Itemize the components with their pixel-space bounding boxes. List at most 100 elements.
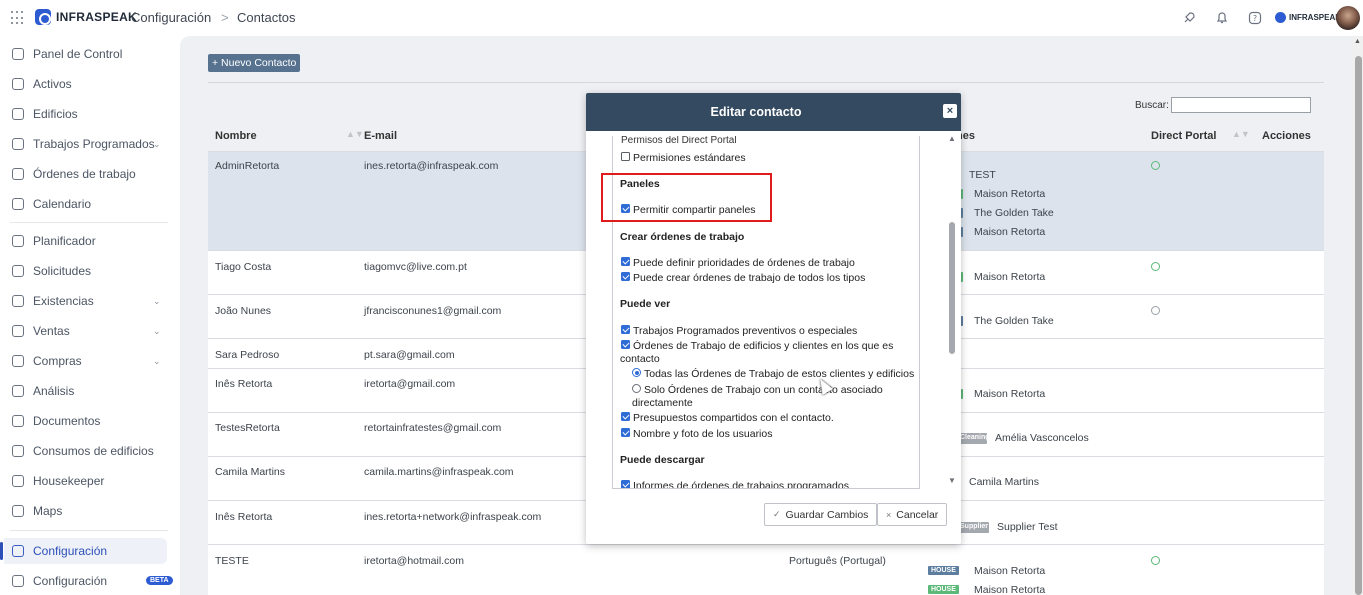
save-changes-button[interactable]: ✓ Guardar Cambios: [764, 503, 878, 526]
see-scheduled-checkbox[interactable]: [621, 325, 630, 334]
toolbar-divider: [208, 82, 1324, 83]
see-scheduled-label[interactable]: Trabajos Programados preventivos o espec…: [633, 325, 857, 337]
sort-icon[interactable]: ▲▼: [1232, 129, 1250, 139]
see-work-orders-checkbox[interactable]: [621, 340, 630, 349]
radio-only-label[interactable]: Solo Órdenes de Trabajo con un contacto …: [644, 384, 883, 396]
sidebar-item-activos[interactable]: Activos: [0, 71, 168, 97]
rocket-icon[interactable]: [1182, 11, 1196, 25]
cell-space: TEST: [969, 169, 996, 181]
infraspeak-logo-icon: [35, 9, 51, 25]
sidebar-item-label: Trabajos Programados: [33, 137, 155, 151]
see-quotes-label[interactable]: Presupuestos compartidos con el contacto…: [633, 412, 834, 424]
sidebar-item-planificador[interactable]: Planificador: [0, 228, 168, 254]
radio-only-associated[interactable]: [632, 384, 641, 393]
define-priorities-label[interactable]: Puede definir prioridades de órdenes de …: [633, 257, 855, 269]
sidebar-item-existencias[interactable]: Existencias ⌄: [0, 288, 168, 314]
analytics-icon: [12, 385, 24, 397]
user-avatar[interactable]: [1336, 6, 1360, 30]
see-users-label[interactable]: Nombre y foto de los usuarios: [633, 428, 772, 440]
top-bar: INFRASPEAK Configuración > Contactos ? I…: [0, 0, 1363, 36]
sidebar-item-configuracion[interactable]: Configuración: [0, 538, 167, 564]
chevron-down-icon[interactable]: ⌄: [153, 326, 161, 337]
breadcrumb-configuracion[interactable]: Configuración: [131, 10, 211, 25]
svg-text:?: ?: [1253, 14, 1257, 23]
radio-all-label[interactable]: Todas las Órdenes de Trabajo de estos cl…: [644, 368, 914, 380]
standard-permissions-checkbox[interactable]: [621, 152, 630, 161]
scroll-up-arrow-icon[interactable]: ▲: [1354, 38, 1361, 45]
cell-space: Maison Retorta: [974, 271, 1046, 283]
sidebar-item-documentos[interactable]: Documentos: [0, 408, 168, 434]
define-priorities-checkbox[interactable]: [621, 257, 630, 266]
sidebar-item-label: Análisis: [33, 384, 75, 398]
radio-only-label-cont[interactable]: directamente: [632, 397, 693, 409]
bell-icon[interactable]: [1215, 11, 1229, 25]
direct-portal-icon: [1151, 306, 1160, 315]
edit-contact-modal: Editar contacto × Permisos del Direct Po…: [586, 93, 961, 544]
sidebar-divider: [10, 530, 168, 531]
sidebar-item-label: Existencias: [33, 294, 94, 308]
sidebar-item-trabajos-programados[interactable]: Trabajos Programados ⌄: [0, 131, 168, 157]
sidebar-item-label: Edificios: [33, 107, 78, 121]
see-users-checkbox[interactable]: [621, 428, 630, 437]
cell-space: Amélia Vasconcelos: [995, 432, 1089, 444]
cell-space: Maison Retorta: [974, 188, 1046, 200]
download-reports-label[interactable]: Informes de órdenes de trabajos programa…: [633, 480, 849, 488]
document-icon: [12, 415, 24, 427]
close-icon[interactable]: ×: [943, 104, 957, 118]
sidebar-item-label: Solicitudes: [33, 264, 92, 278]
sidebar-item-analisis[interactable]: Análisis: [0, 378, 168, 404]
company-brand[interactable]: INFRASPEAK: [1275, 12, 1341, 23]
sort-icon[interactable]: ▲▼: [346, 129, 364, 139]
sidebar-item-housekeeper[interactable]: Housekeeper: [0, 468, 168, 494]
calendar-icon: [12, 198, 24, 210]
sidebar-item-consumos-de-edificios[interactable]: Consumos de edificios: [0, 438, 168, 464]
close-x-icon: ×: [886, 509, 892, 520]
standard-permissions-label[interactable]: Permisiones estándares: [633, 152, 746, 164]
create-all-types-checkbox[interactable]: [621, 272, 630, 281]
modal-scroll-down-icon[interactable]: ▼: [948, 476, 956, 485]
sidebar-item-label: Calendario: [33, 197, 92, 211]
sidebar-item-label: Documentos: [33, 414, 101, 428]
chevron-down-icon[interactable]: ⌄: [153, 139, 161, 150]
sidebar-item-maps[interactable]: Maps: [0, 498, 168, 524]
sidebar-item-edificios[interactable]: Edificios: [0, 101, 168, 127]
help-icon[interactable]: ?: [1248, 11, 1262, 25]
cell-space: Maison Retorta: [974, 584, 1046, 595]
column-header-email[interactable]: E-mail: [364, 130, 397, 142]
cell-space: Camila Martins: [969, 476, 1040, 488]
sidebar-item-configuracion-beta[interactable]: Configuración BETA: [0, 568, 173, 594]
cancel-button[interactable]: × Cancelar: [877, 503, 948, 526]
modal-scrollbar-thumb[interactable]: [949, 222, 955, 354]
cell-space: The Golden Take: [974, 315, 1054, 327]
chevron-down-icon[interactable]: ⌄: [153, 356, 161, 367]
search-input[interactable]: [1171, 97, 1311, 113]
cleaning-tag: Cleaning: [957, 433, 987, 444]
cell-name: Inês Retorta: [215, 511, 273, 523]
see-work-orders-label-cont[interactable]: contacto: [620, 353, 660, 365]
save-changes-label: Guardar Cambios: [785, 508, 869, 521]
column-header-direct-portal[interactable]: Direct Portal: [1151, 130, 1216, 142]
see-quotes-checkbox[interactable]: [621, 412, 630, 421]
sidebar-item-compras[interactable]: Compras ⌄: [0, 348, 168, 374]
download-reports-checkbox[interactable]: [621, 480, 630, 488]
new-contact-button[interactable]: + Nuevo Contacto: [208, 54, 301, 72]
page-scrollbar-thumb[interactable]: [1355, 56, 1362, 595]
sidebar-item-calendario[interactable]: Calendario: [0, 191, 168, 217]
chevron-down-icon[interactable]: ⌄: [153, 296, 161, 307]
house-tag: HOUSE: [928, 566, 959, 575]
see-work-orders-label[interactable]: Órdenes de Trabajo de edificios y client…: [633, 340, 893, 352]
building-icon: [12, 108, 24, 120]
apps-grid-icon[interactable]: [11, 11, 25, 25]
sidebar-item-panel-de-control[interactable]: Panel de Control: [0, 41, 168, 67]
fieldset-legend: Permisos del Direct Portal: [620, 136, 738, 146]
sidebar-item-ventas[interactable]: Ventas ⌄: [0, 318, 168, 344]
column-header-name[interactable]: Nombre: [215, 130, 257, 142]
app-logo[interactable]: INFRASPEAK: [35, 9, 137, 25]
radio-all-work-orders[interactable]: [632, 368, 641, 377]
sidebar-item-solicitudes[interactable]: Solicitudes: [0, 258, 168, 284]
modal-scroll-up-icon[interactable]: ▲: [948, 134, 956, 143]
tag-icon: [12, 325, 24, 337]
sidebar-item-ordenes-de-trabajo[interactable]: Órdenes de trabajo: [0, 161, 168, 187]
create-all-types-label[interactable]: Puede crear órdenes de trabajo de todos …: [633, 272, 865, 284]
table-row[interactable]: [208, 545, 1324, 595]
